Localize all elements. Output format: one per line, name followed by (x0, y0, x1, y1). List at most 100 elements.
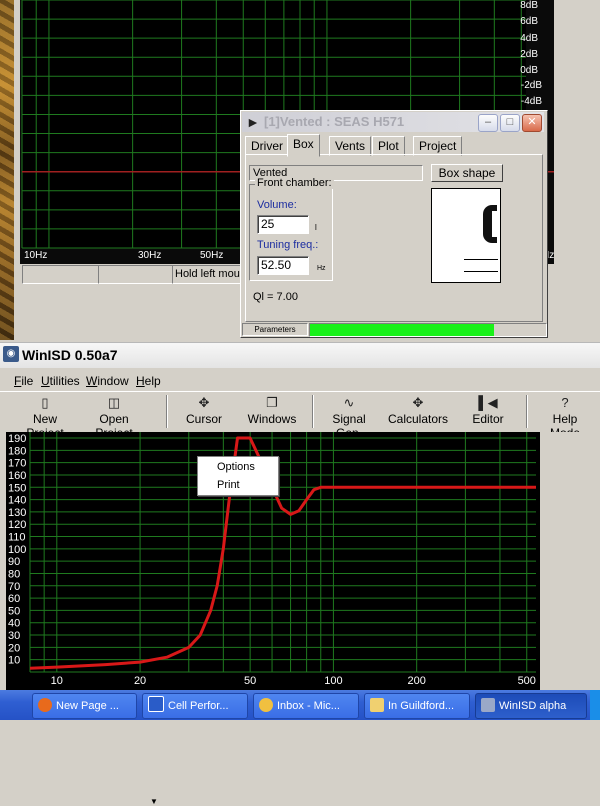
mdi-background (540, 432, 600, 690)
status-hint: Hold left mou (172, 265, 242, 284)
app-title: WinISD 0.50a7 (22, 347, 118, 363)
maximize-button[interactable]: □ (500, 114, 520, 132)
tuning-freq-label: Tuning freq.: (257, 239, 319, 251)
mail-envelope-icon (370, 698, 384, 712)
toolbar-separator (166, 395, 168, 428)
y-tick-label: 120 (8, 519, 26, 531)
y-tick-label: 70 (8, 581, 20, 593)
taskbar-item[interactable]: Inbox - Mic... (253, 693, 359, 719)
menu-utilities[interactable]: Utilities (41, 374, 80, 388)
top-x-tick-label: 10Hz (24, 250, 48, 261)
toolbar-separator (312, 395, 314, 428)
tab-project[interactable]: Project (413, 136, 463, 156)
chart-context-menu: Options Print (197, 456, 279, 496)
top-y-tick-label: -4dB (520, 96, 542, 107)
top-y-tick-label: 2dB (520, 49, 538, 60)
calculator-icon: ✥ (412, 395, 424, 410)
parameters-progress (309, 323, 547, 337)
open-folder-icon: ◫ (107, 395, 121, 410)
y-tick-label: 50 (8, 605, 20, 617)
windows-button[interactable]: ❐ Windows (246, 394, 298, 430)
editor-icon: ▌◀ (478, 395, 498, 410)
volume-input[interactable]: 25 (257, 215, 309, 234)
windows-icon: ❐ (266, 395, 278, 410)
question-icon: ? (561, 395, 569, 410)
y-tick-label: 90 (8, 556, 20, 568)
box-shape-preview (431, 188, 501, 283)
crosshair-icon: ✥ (198, 395, 210, 410)
y-tick-label: 160 (8, 470, 26, 482)
vent-line (464, 271, 498, 272)
app-title-bar[interactable]: ◉ WinISD 0.50a7 (0, 342, 600, 368)
x-tick-label: 50 (244, 675, 256, 687)
sine-wave-icon: ∿ (343, 395, 355, 410)
y-tick-label: 100 (8, 544, 26, 556)
help-mode-button[interactable]: ?Help Mode (536, 394, 594, 440)
calculators-button[interactable]: ✥ Calculators (388, 394, 448, 430)
tab-box[interactable]: Box (287, 134, 320, 157)
taskbar-item[interactable]: Cell Perfor... (142, 693, 248, 719)
minimize-button[interactable]: – (478, 114, 498, 132)
y-tick-label: 30 (8, 630, 20, 642)
winisd-icon (481, 698, 495, 712)
tab-driver[interactable]: Driver (245, 136, 289, 156)
context-menu-options[interactable]: Options (217, 461, 255, 473)
vented-box-dialog: ► [1]Vented : SEAS H571 – □ ✕ Driver Box… (240, 110, 548, 338)
open-project-button[interactable]: ◫Open Project (80, 394, 148, 440)
cursor-button[interactable]: ✥ Cursor (182, 394, 226, 430)
tab-plot[interactable]: Plot (372, 136, 405, 156)
y-tick-label: 190 (8, 433, 26, 445)
menu-bar: File Utilities Window Help (0, 369, 600, 392)
ql-value: Ql = 7.00 (253, 291, 298, 303)
y-tick-label: 60 (8, 593, 20, 605)
context-menu-print[interactable]: Print (217, 479, 240, 491)
x-tick-label: 200 (408, 675, 426, 687)
tab-vents[interactable]: Vents (329, 136, 372, 156)
y-tick-label: 40 (8, 618, 20, 630)
app-icon: ◉ (3, 346, 19, 362)
driver-cone-gap (492, 211, 498, 237)
dialog-title-bar[interactable]: ► [1]Vented : SEAS H571 – □ ✕ (242, 112, 544, 132)
x-tick-label: 500 (518, 675, 536, 687)
system-tray-edge (590, 690, 600, 720)
y-tick-label: 170 (8, 458, 26, 470)
y-tick-label: 10 (8, 655, 20, 667)
y-tick-label: 80 (8, 568, 20, 580)
new-project-icon: ▯ (41, 395, 49, 410)
y-tick-label: 140 (8, 495, 26, 507)
top-y-tick-label: -2dB (520, 80, 542, 91)
top-y-tick-label: 4dB (520, 33, 538, 44)
tuning-freq-input[interactable]: 52.50 (257, 256, 309, 275)
top-y-tick-label: 8dB (520, 0, 538, 11)
menu-window[interactable]: Window (86, 374, 129, 388)
firefox-icon (38, 698, 52, 712)
y-tick-label: 110 (8, 532, 26, 544)
top-y-tick-label: 0dB (520, 65, 538, 76)
vent-line (464, 259, 498, 260)
x-tick-label: 100 (324, 675, 342, 687)
taskbar-item[interactable]: New Page ... (32, 693, 137, 719)
response-curve (29, 436, 536, 670)
taskbar-item[interactable]: In Guildford... (364, 693, 470, 719)
parameters-label: Parameters (242, 323, 308, 336)
top-y-tick-label: 6dB (520, 16, 538, 27)
signal-gen-button[interactable]: ∿Signal Gen. (320, 394, 378, 440)
word-document-icon (148, 696, 164, 712)
taskbar-item-active[interactable]: WinISD alpha (475, 693, 587, 719)
x-tick-label: 20 (134, 675, 146, 687)
editor-button[interactable]: ▌◀ Editor (466, 394, 510, 430)
volume-unit: l (315, 223, 317, 232)
y-tick-label: 20 (8, 642, 20, 654)
menu-help[interactable]: Help (136, 374, 161, 388)
close-button[interactable]: ✕ (522, 114, 542, 132)
new-project-button[interactable]: ▯New Project (14, 394, 76, 440)
y-tick-label: 130 (8, 507, 26, 519)
y-tick-label: 180 (8, 445, 26, 457)
toolbar-separator (526, 395, 528, 428)
chevron-down-icon[interactable]: ▼ (150, 797, 158, 806)
menu-file[interactable]: File (14, 374, 33, 388)
toolbar: ▯New Project ◫Open Project ▼ ✥Cursor ❐Wi… (0, 392, 600, 806)
taskbar: New Page ... Cell Perfor... Inbox - Mic.… (0, 690, 600, 720)
box-shape-button[interactable]: Box shape (431, 164, 503, 182)
outlook-clock-icon (259, 698, 273, 712)
